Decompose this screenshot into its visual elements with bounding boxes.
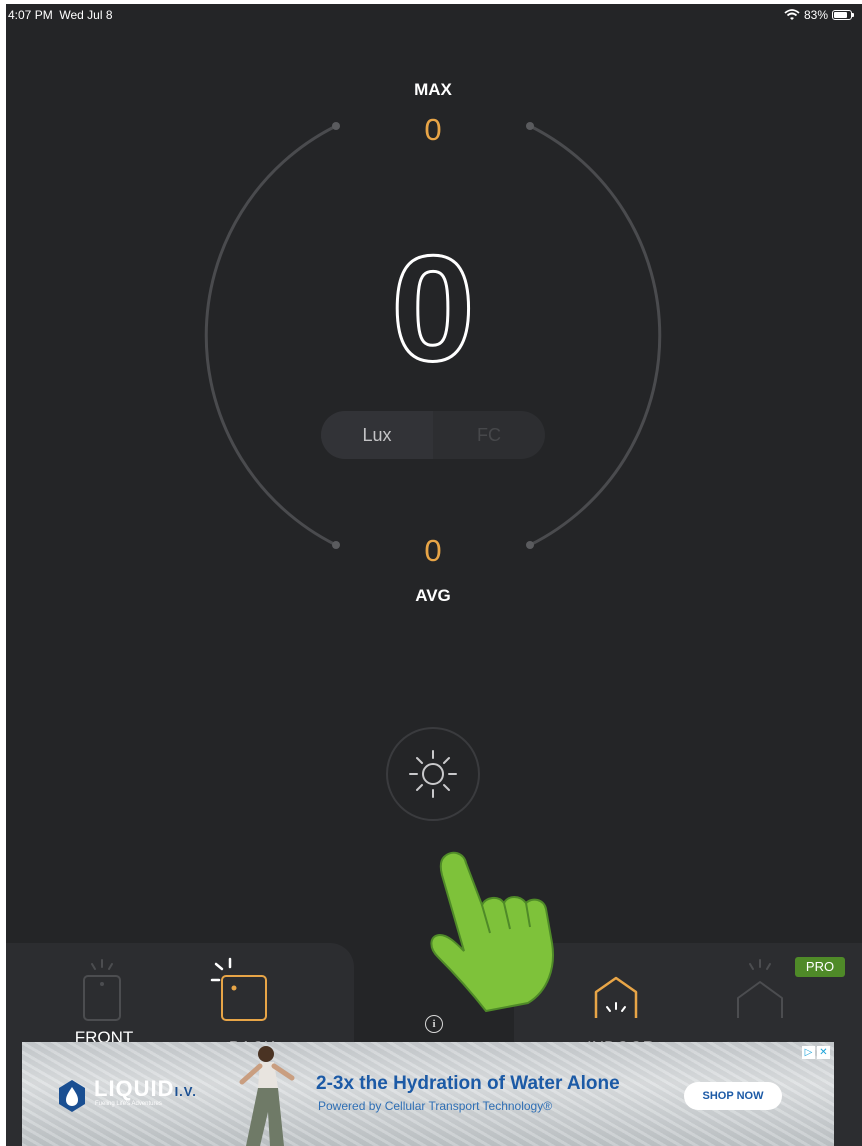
ad-runner-image [239, 1046, 295, 1146]
avg-label: AVG [415, 586, 451, 605]
tab-indoor[interactable]: INDOOR [566, 954, 666, 1057]
info-icon[interactable]: i [425, 1015, 443, 1033]
unit-lux[interactable]: Lux [321, 411, 433, 459]
ad-subline: Powered by Cellular Transport Technology… [318, 1099, 553, 1113]
adchoices-icon[interactable]: ▷ [802, 1046, 815, 1059]
ad-brand-main: LIQUID [94, 1076, 175, 1101]
tap-hand-icon [430, 851, 554, 1013]
gauge-dot [526, 541, 534, 549]
indoor-icon [594, 976, 638, 1018]
tab-back[interactable]: BACK [190, 954, 290, 1057]
ad-controls: ▷ ✕ [802, 1046, 830, 1059]
ad-brand-accent: I.V. [174, 1084, 197, 1099]
max-value: 0 [424, 112, 442, 147]
current-reading: 0 [391, 224, 474, 392]
gauge-arc-right [529, 124, 662, 547]
brand-logo-icon [59, 1080, 85, 1112]
sun-icon [409, 750, 457, 798]
ad-tagline: Fueling Life's Adventures [95, 1101, 162, 1107]
back-camera-icon [210, 957, 267, 1021]
shop-now-button[interactable]: SHOP NOW [684, 1082, 782, 1110]
unit-fc[interactable]: FC [433, 411, 545, 459]
gauge-arc-left [204, 124, 337, 547]
gauge-dot [526, 122, 534, 130]
unit-toggle[interactable]: Lux FC [321, 411, 545, 459]
max-label: MAX [414, 80, 452, 99]
tab-front[interactable]: FRONT [56, 954, 156, 1049]
ad-headline: 2-3x the Hydration of Water Alone [316, 1073, 620, 1094]
ad-brand: LIQUIDI.V. [94, 1076, 197, 1102]
measure-button[interactable] [386, 727, 480, 821]
gauge-dot [332, 122, 340, 130]
close-ad-icon[interactable]: ✕ [817, 1046, 830, 1059]
avg-value: 0 [424, 533, 442, 568]
gauge-dot [332, 541, 340, 549]
front-camera-icon [83, 959, 121, 1021]
pro-badge: PRO [795, 957, 845, 977]
ad-banner[interactable]: LIQUIDI.V. Fueling Life's Adventures 2-3… [22, 1042, 834, 1146]
